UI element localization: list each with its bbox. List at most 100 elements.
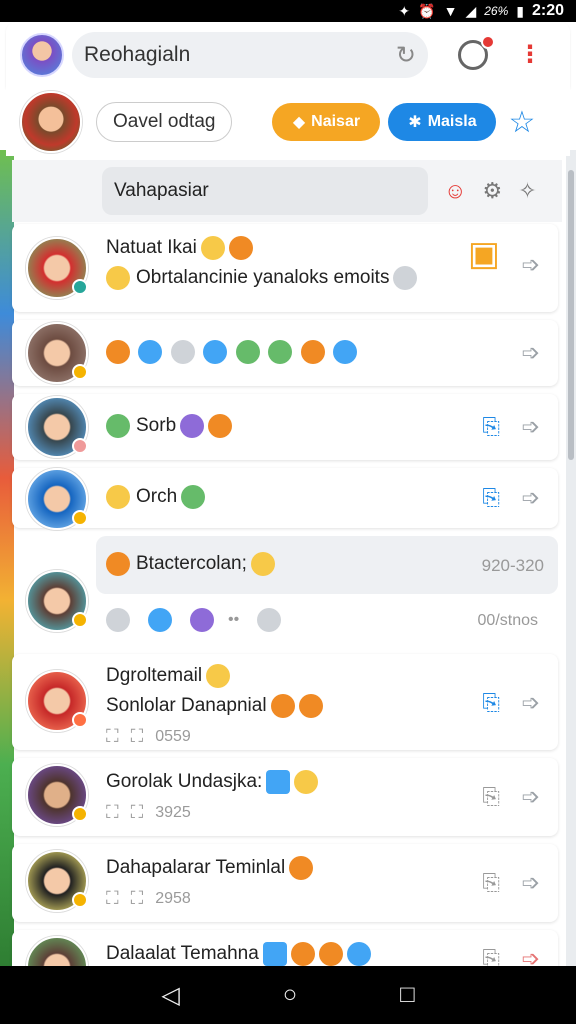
share-icon[interactable]: ➩ [522, 414, 540, 440]
search-text: Reohagialn [84, 43, 191, 66]
gallery-icon[interactable]: ⛶ [131, 802, 144, 823]
presence-badge [72, 279, 88, 295]
meta-count: 0559 [155, 727, 191, 745]
list-item-content: Dalaalat Temahna [106, 942, 478, 966]
image-icon[interactable]: ⛶ [106, 802, 119, 823]
presence-badge [72, 612, 88, 628]
bookmark-icon[interactable]: ⎘ [482, 690, 500, 716]
home-icon[interactable]: ○ [283, 981, 298, 1009]
list-item[interactable]: Gorolak Undasjka: ⛶ ⛶ 3925 ⎘ ➩ [12, 758, 558, 836]
list-item-content: Orch [106, 485, 478, 509]
status-bubble[interactable]: Oavel odtag [96, 102, 233, 142]
reply-actions: •• [106, 608, 282, 632]
record-icon[interactable] [257, 608, 282, 632]
bluetooth-icon: ✦ [398, 2, 411, 19]
composer: Vahapasiar ☺ ⚙ ✧ [12, 160, 562, 222]
presence-badge [72, 892, 88, 908]
notification-badge [481, 35, 495, 49]
emoji-row [106, 340, 478, 364]
face-emoji-icon [106, 552, 130, 576]
list-item-title: Dalaalat Temahna [106, 943, 259, 965]
list-item-title: Dgroltemail [106, 665, 203, 687]
list-item-content: Natuat Ikai Obrtalancinie yanaloks emoit… [106, 236, 478, 290]
list-item[interactable]: Dahapalarar Teminlal ⛶ ⛶ 2958 ⎘ ➩ [12, 844, 558, 922]
blue-button-label: Maisla [427, 113, 477, 130]
share-icon[interactable]: ➩ [522, 784, 540, 810]
list-item[interactable]: Natuat Ikai Obrtalancinie yanaloks emoit… [12, 224, 558, 312]
share-icon[interactable]: ➩ [522, 252, 540, 278]
share-icon[interactable]: ➩ [522, 690, 540, 716]
face-emoji-icon [289, 856, 314, 880]
composer-input[interactable]: Vahapasiar [102, 167, 428, 215]
meta-count: 3925 [155, 803, 191, 821]
sub-right-label: 00/stnos [477, 612, 538, 629]
document-emoji-icon [262, 942, 287, 966]
list-item[interactable]: ➩ [12, 320, 558, 386]
thinking-emoji-icon [106, 266, 130, 290]
orange-button-label: Naisar [311, 113, 361, 130]
face-emoji-icon [290, 942, 315, 966]
share-icon[interactable]: ➩ [522, 870, 540, 896]
list-item-content: Gorolak Undasjka: ⛶ ⛶ 3925 [106, 770, 478, 823]
presence-badge [72, 364, 88, 380]
bookmark-icon[interactable]: ⎘ [482, 784, 500, 810]
share-icon[interactable]: ➩ [522, 340, 540, 366]
brush-emoji-icon [138, 340, 163, 364]
reaction-icon[interactable]: ☺ [444, 178, 466, 204]
star-icon[interactable]: ☆ [508, 105, 535, 140]
list-item-title: Orch [136, 486, 178, 508]
list-item-content: Dgroltemail Sonlolar Danapnial ⛶ ⛶ 0559 [106, 664, 478, 747]
document-emoji-icon [266, 770, 291, 794]
list-item[interactable]: Btactercolan; 920-320 •• 00/stnos [12, 536, 558, 646]
profile-avatar[interactable] [20, 91, 82, 153]
list-item[interactable]: Orch ⎘ ➩ [12, 468, 558, 530]
list-item-title: Natuat Ikai [106, 237, 197, 259]
orange-action-button[interactable]: ◆ Naisar [272, 103, 381, 141]
more-dots-icon[interactable]: •• [228, 611, 239, 629]
keyboard-emoji-icon [170, 340, 195, 364]
battery-percent: 26% [484, 4, 509, 18]
creature-emoji-icon [181, 485, 206, 509]
presence-badge [72, 806, 88, 822]
recents-icon[interactable]: □ [400, 981, 415, 1009]
app-bar: Reohagialn ↻ ⋮ [6, 22, 570, 88]
gallery-icon[interactable]: ⛶ [131, 726, 144, 747]
profile-header: Oavel odtag ◆ Naisar ✱ Maisla ☆ [6, 88, 570, 156]
gallery-icon[interactable]: ⛶ [131, 888, 144, 909]
list-item-title: Gorolak Undasjka: [106, 771, 263, 793]
image-icon[interactable]: ⛶ [106, 888, 119, 909]
leaf-emoji-icon [235, 340, 260, 364]
avatar [26, 764, 88, 826]
share-icon[interactable]: ➩ [522, 485, 540, 511]
link-emoji-icon[interactable] [148, 608, 172, 632]
sticker-icon[interactable]: ▣ [468, 234, 500, 274]
bookmark-icon[interactable]: ⎘ [482, 870, 500, 896]
notification-icon[interactable] [458, 35, 495, 70]
list-item[interactable]: Dgroltemail Sonlolar Danapnial ⛶ ⛶ 0559 ⎘ … [12, 654, 558, 750]
list-item-title: Dahapalarar Teminlal [106, 857, 286, 879]
back-icon[interactable]: ◁ [161, 981, 179, 1010]
list-item[interactable]: Sorb ⎘ ➩ [12, 394, 558, 460]
note-emoji-icon[interactable] [190, 608, 214, 632]
pin-icon[interactable]: ✧ [518, 178, 536, 204]
heart-emoji-icon [298, 694, 323, 718]
refresh-icon[interactable]: ↻ [396, 41, 416, 70]
battery-icon: ▮ [516, 2, 524, 19]
message-list: Natuat Ikai Obrtalancinie yanaloks emoit… [12, 224, 562, 1002]
image-icon[interactable]: ⛶ [106, 726, 119, 747]
bookmark-icon[interactable]: ⎘ [482, 485, 500, 511]
more-menu-icon[interactable]: ⋮ [518, 43, 542, 67]
flower-emoji-icon [393, 266, 418, 290]
account-avatar[interactable] [20, 33, 64, 77]
bookmark-icon[interactable]: ⎘ [482, 414, 500, 440]
presence-badge [72, 510, 88, 526]
pumpkin-emoji-icon [106, 340, 130, 364]
pen-emoji-icon[interactable] [106, 608, 130, 632]
blue-action-button[interactable]: ✱ Maisla [388, 103, 497, 141]
avatar [26, 237, 88, 299]
gear-icon[interactable]: ⚙ [482, 178, 502, 204]
smile-emoji-icon [206, 664, 231, 688]
search-box[interactable]: Reohagialn ↻ [72, 32, 428, 78]
clock: 2:20 [531, 2, 564, 19]
scrollbar-thumb[interactable] [568, 170, 574, 460]
